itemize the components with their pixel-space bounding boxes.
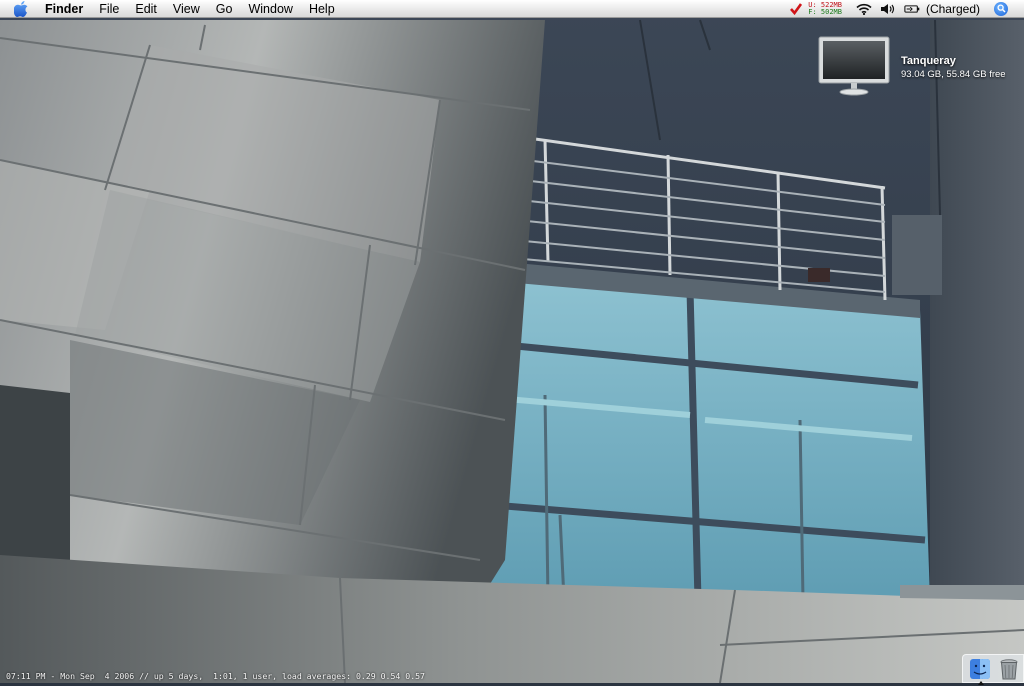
system-status-line: 07:11 PM - Mon Sep 4 2006 // up 5 days, … [6,671,425,681]
menu-help[interactable]: Help [301,0,343,18]
memory-monitor[interactable]: U: 522MB F: 502MB [808,1,842,16]
apple-icon[interactable] [14,0,29,17]
menu-extras: U: 522MB F: 502MB (Charged) [788,0,1024,18]
dock [962,654,1024,685]
memory-free: F: 502MB [808,7,842,16]
battery-icon[interactable] [904,2,920,16]
volume-name: Tanqueray [901,55,956,67]
menu-go[interactable]: Go [208,0,241,18]
menu-finder[interactable]: Finder [41,0,91,18]
battery-status[interactable]: (Charged) [926,2,980,16]
menu-view[interactable]: View [165,0,208,18]
menu-bar: Finder File Edit View Go Window Help U: … [0,0,1024,18]
wifi-icon[interactable] [856,2,872,16]
desktop-wallpaper [0,0,1024,683]
finder-icon[interactable] [968,657,992,685]
trash-icon[interactable] [997,657,1021,681]
menu-window[interactable]: Window [240,0,300,18]
menu-edit[interactable]: Edit [127,0,165,18]
hard-drive-label[interactable]: Tanqueray 93.04 GB, 55.84 GB free [901,54,1006,82]
spotlight-icon[interactable] [994,1,1008,16]
volume-info: 93.04 GB, 55.84 GB free [901,69,1006,80]
menu-file[interactable]: File [91,0,127,18]
check-icon[interactable] [790,2,803,15]
volume-icon[interactable] [880,2,896,16]
hard-drive-icon[interactable] [818,36,890,98]
